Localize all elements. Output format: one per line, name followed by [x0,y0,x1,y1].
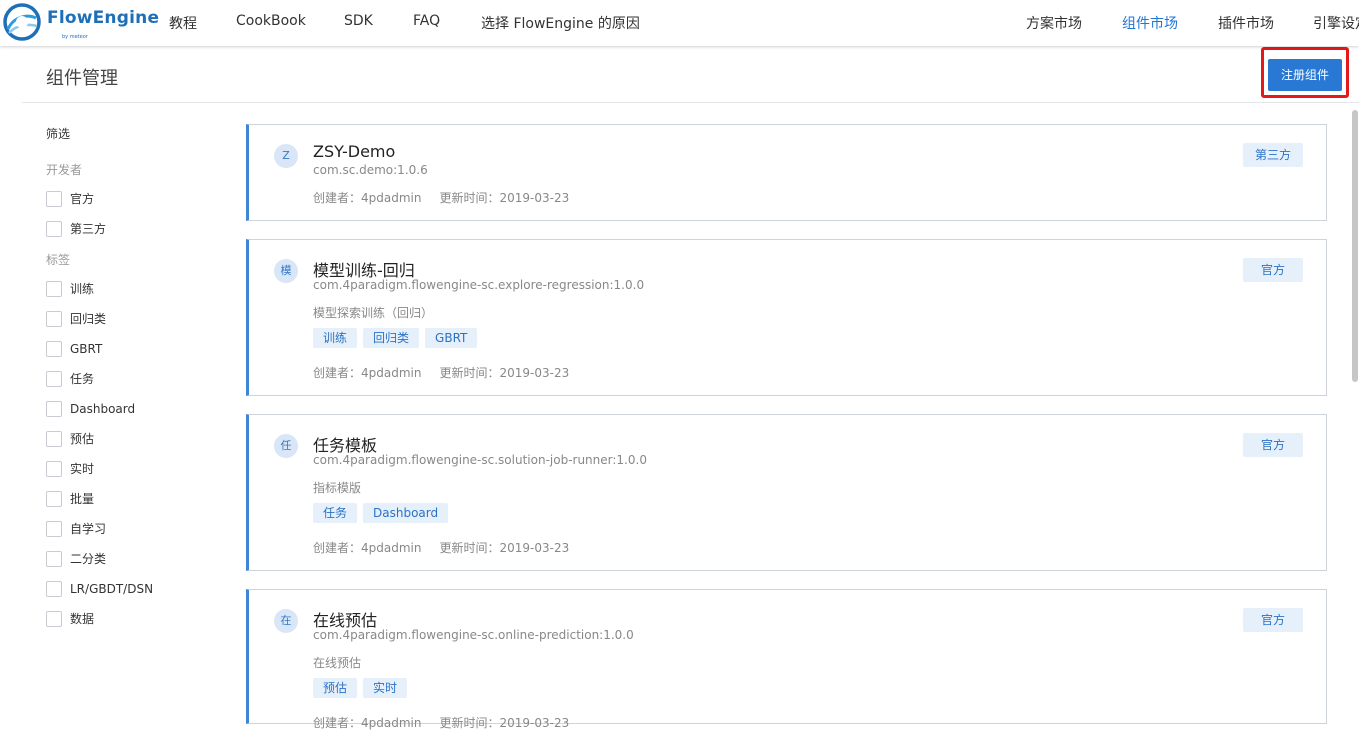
nav-link-plugin-market[interactable]: 插件市场 [1218,13,1274,33]
nav-link-engine-settings[interactable]: 引擎设定 [1313,13,1359,33]
component-id: com.sc.demo:1.0.6 [313,163,428,177]
component-updated: 更新时间：2019-03-23 [439,366,570,380]
flowengine-logo-icon[interactable] [2,2,42,42]
checkbox[interactable] [46,281,62,297]
component-avatar: Z [274,144,298,168]
component-meta: 创建者：4pdadmin 更新时间：2019-03-23 [313,364,569,381]
developer-badge: 官方 [1243,258,1303,282]
checkbox[interactable] [46,341,62,357]
checkbox[interactable] [46,581,62,597]
filter-option-label: LR/GBDT/DSN [70,582,154,596]
checkbox[interactable] [46,521,62,537]
filter-option-label: GBRT [70,342,103,356]
checkbox[interactable] [46,311,62,327]
filter-option-label: 任务 [70,372,95,386]
checkbox[interactable] [46,401,62,417]
component-description: 在线预估 [313,656,362,670]
component-avatar: 模 [274,259,298,283]
component-creator: 创建者：4pdadmin [313,191,422,205]
filter-option-label: Dashboard [70,402,136,416]
checkbox[interactable] [46,371,62,387]
checkbox[interactable] [46,491,62,507]
filter-option-label: 回归类 [70,312,107,326]
component-id: com.4paradigm.flowengine-sc.online-predi… [313,628,634,642]
component-title[interactable]: ZSY-Demo [313,142,395,161]
filter-option-label: 二分类 [70,552,107,566]
nav-link-solution-market[interactable]: 方案市场 [1026,13,1082,33]
component-card[interactable]: 任 任务模板 com.4paradigm.flowengine-sc.solut… [246,414,1327,571]
nav-link-why-flowengine[interactable]: 选择 FlowEngine 的原因 [481,13,640,33]
filter-option-label: 自学习 [70,522,107,536]
brand-subtitle: by meteor [62,34,88,40]
component-updated: 更新时间：2019-03-23 [439,716,570,730]
filter-option-label: 实时 [70,462,95,476]
component-updated: 更新时间：2019-03-23 [439,191,570,205]
checkbox[interactable] [46,191,62,207]
component-creator: 创建者：4pdadmin [313,716,422,730]
nav-link-sdk[interactable]: SDK [344,13,373,29]
filter-option-label: 训练 [70,282,95,296]
component-tags: 任务 Dashboard [313,502,454,523]
nav-link-faq[interactable]: FAQ [413,13,440,29]
checkbox[interactable] [46,461,62,477]
component-card[interactable]: 模 模型训练-回归 com.4paradigm.flowengine-sc.ex… [246,239,1327,396]
component-meta: 创建者：4pdadmin 更新时间：2019-03-23 [313,189,569,206]
developer-badge: 官方 [1243,608,1303,632]
developer-section-label: 开发者 [46,163,83,177]
nav-link-cookbook[interactable]: CookBook [236,13,306,29]
filter-option-label: 第三方 [70,222,107,236]
component-tags: 训练 回归类 GBRT [313,327,483,348]
component-id: com.4paradigm.flowengine-sc.explore-regr… [313,278,645,292]
register-component-button[interactable]: 注册组件 [1268,59,1342,91]
tag-badge[interactable]: 训练 [313,328,358,348]
component-meta: 创建者：4pdadmin 更新时间：2019-03-23 [313,539,569,556]
top-nav: FlowEngine by meteor 教程 CookBook SDK FAQ… [0,0,1359,46]
component-description: 指标模版 [313,481,362,495]
component-updated: 更新时间：2019-03-23 [439,541,570,555]
filter-option-label: 数据 [70,612,95,626]
checkbox[interactable] [46,551,62,567]
component-id: com.4paradigm.flowengine-sc.solution-job… [313,453,647,467]
tag-badge[interactable]: 实时 [363,678,408,698]
component-description: 模型探索训练（回归） [313,306,434,320]
tag-badge[interactable]: 预估 [313,678,358,698]
tag-badge[interactable]: 回归类 [363,328,420,348]
tag-section-label: 标签 [46,253,71,267]
component-tags: 预估 实时 [313,677,413,698]
component-meta: 创建者：4pdadmin 更新时间：2019-03-23 [313,714,569,731]
nav-link-component-market[interactable]: 组件市场 [1122,13,1178,33]
tag-badge[interactable]: GBRT [425,328,478,348]
tag-badge[interactable]: 任务 [313,503,358,523]
component-card[interactable]: 在 在线预估 com.4paradigm.flowengine-sc.onlin… [246,589,1327,730]
page-title: 组件管理 [46,68,118,89]
brand-name[interactable]: FlowEngine [47,8,159,28]
component-card[interactable]: Z ZSY-Demo com.sc.demo:1.0.6 创建者：4pdadmi… [246,124,1327,221]
developer-badge: 官方 [1243,433,1303,457]
component-creator: 创建者：4pdadmin [313,366,422,380]
component-creator: 创建者：4pdadmin [313,541,422,555]
header-divider [22,102,1359,103]
filter-option-label: 官方 [70,192,95,206]
checkbox[interactable] [46,431,62,447]
component-avatar: 任 [274,434,298,458]
checkbox[interactable] [46,221,62,237]
checkbox[interactable] [46,611,62,627]
filter-option-label: 批量 [70,492,95,506]
tag-badge[interactable]: Dashboard [363,503,449,523]
scrollbar[interactable] [1352,110,1358,382]
developer-badge: 第三方 [1243,143,1303,167]
filter-option-label: 预估 [70,432,95,446]
filter-title: 筛选 [46,127,71,141]
component-avatar: 在 [274,609,298,633]
nav-link-tutorial[interactable]: 教程 [169,13,197,33]
